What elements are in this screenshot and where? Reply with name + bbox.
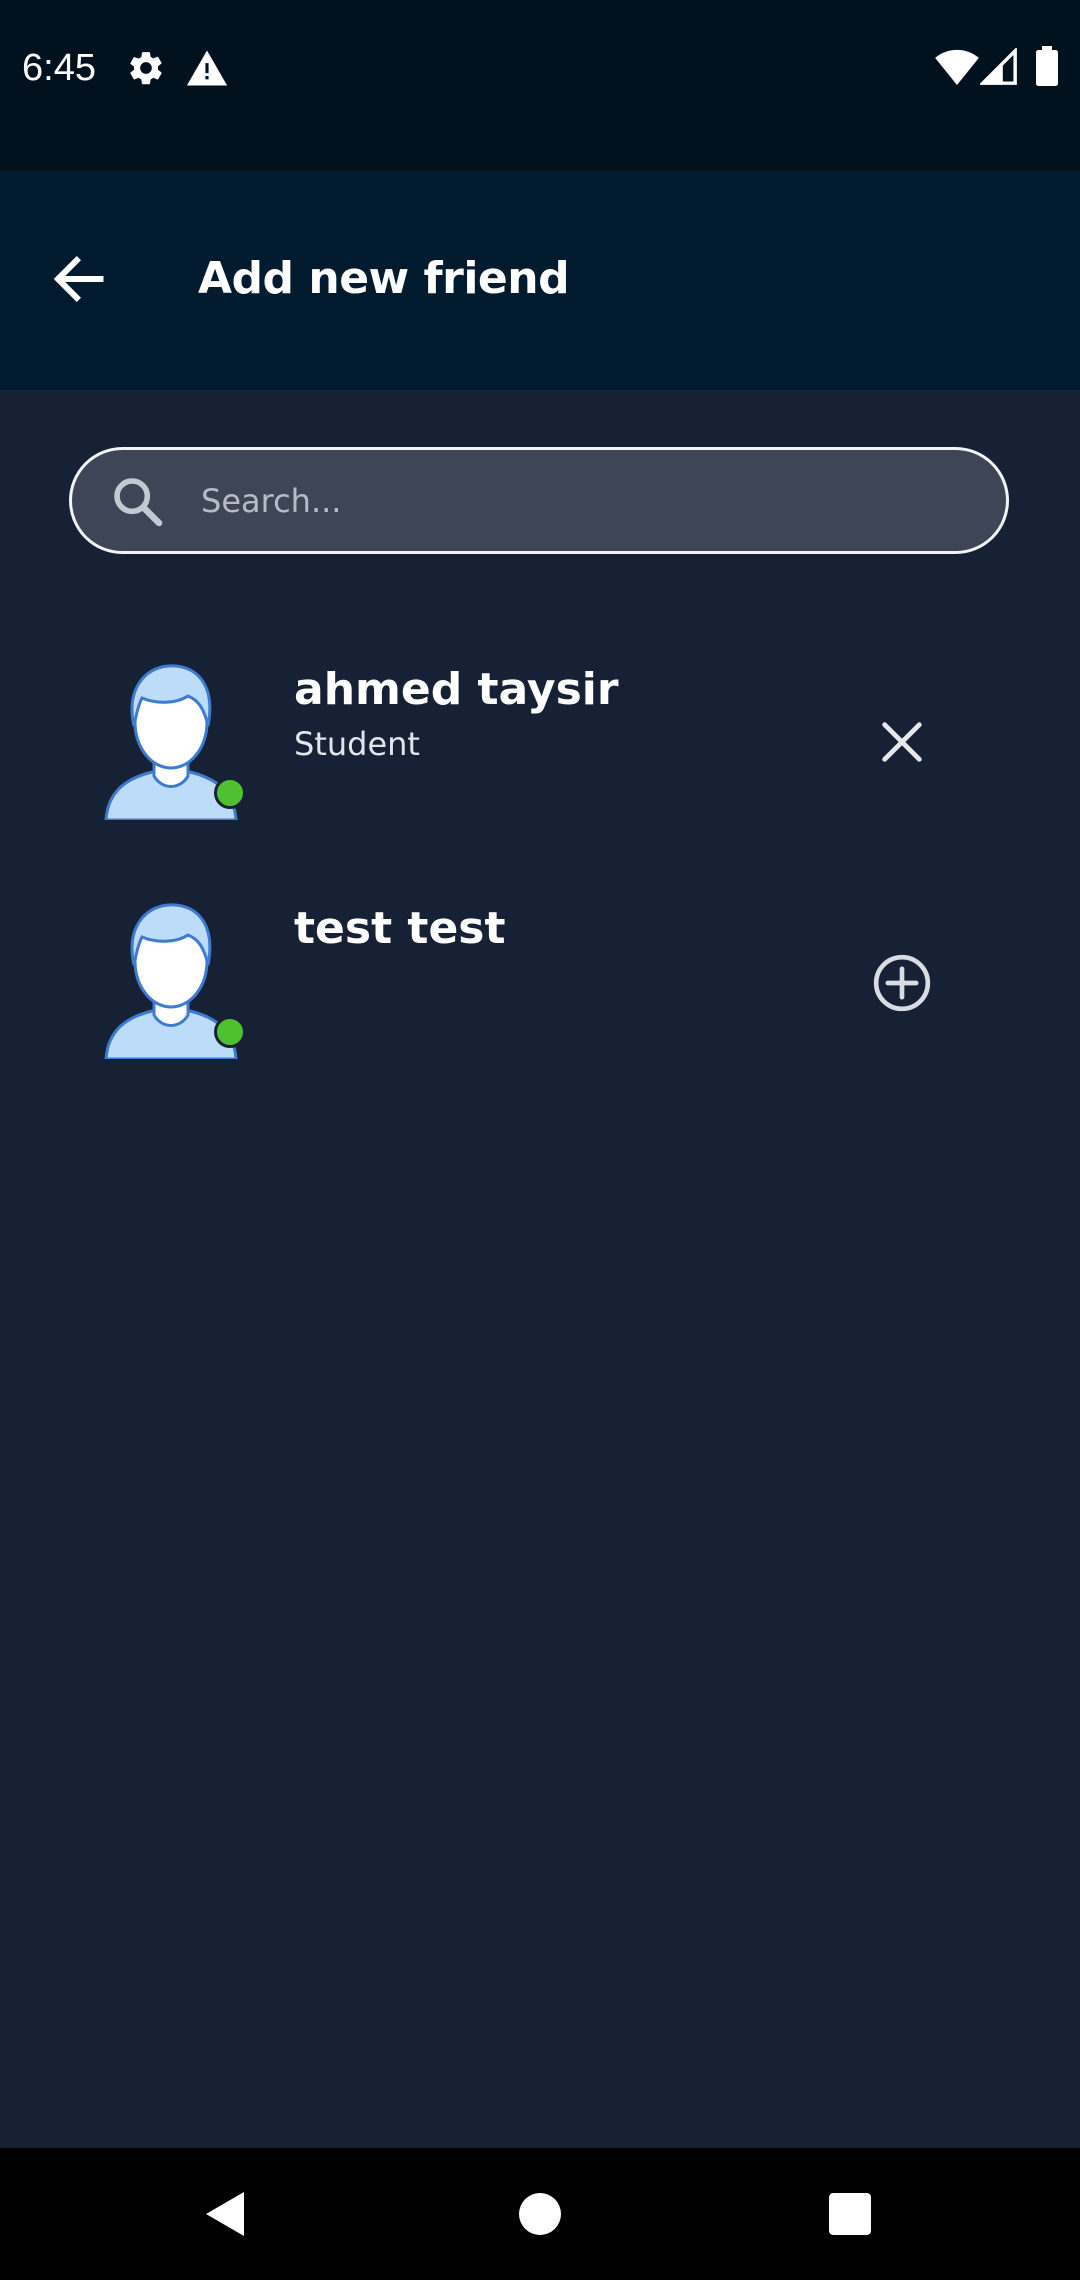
search-input[interactable]	[201, 450, 961, 551]
nav-recents-button[interactable]	[804, 2168, 896, 2260]
recents-square-icon	[829, 2193, 871, 2235]
search-bar[interactable]	[69, 447, 1009, 554]
navigation-bar	[0, 2148, 1080, 2280]
nav-home-button[interactable]	[494, 2168, 586, 2260]
add-friend-button[interactable]	[860, 941, 944, 1025]
page-title: Add new friend	[198, 253, 570, 304]
alert-triangle-icon	[186, 48, 228, 92]
user-role: Student	[294, 725, 420, 763]
back-triangle-icon	[206, 2192, 244, 2236]
search-icon	[110, 474, 166, 530]
online-status-dot	[214, 1016, 246, 1048]
user-row[interactable]: test test	[0, 899, 1080, 1099]
home-circle-icon	[519, 2193, 561, 2235]
status-time: 6:45	[22, 47, 96, 89]
user-row[interactable]: ahmed taysir Student	[0, 660, 1080, 860]
back-button[interactable]	[30, 231, 126, 327]
user-name: test test	[294, 903, 506, 954]
nav-back-button[interactable]	[180, 2168, 272, 2260]
user-name: ahmed taysir	[294, 664, 619, 715]
arrow-left-icon	[53, 256, 104, 302]
wifi-icon	[934, 48, 980, 90]
add-circle-icon	[873, 954, 931, 1012]
gear-icon	[126, 48, 166, 92]
online-status-dot	[214, 777, 246, 809]
battery-icon	[1036, 46, 1058, 90]
remove-friend-button[interactable]	[860, 700, 944, 784]
app-bar: Add new friend	[0, 171, 1080, 390]
signal-icon	[978, 46, 1018, 90]
close-icon	[882, 722, 922, 762]
status-bar: 6:45	[0, 0, 1080, 171]
